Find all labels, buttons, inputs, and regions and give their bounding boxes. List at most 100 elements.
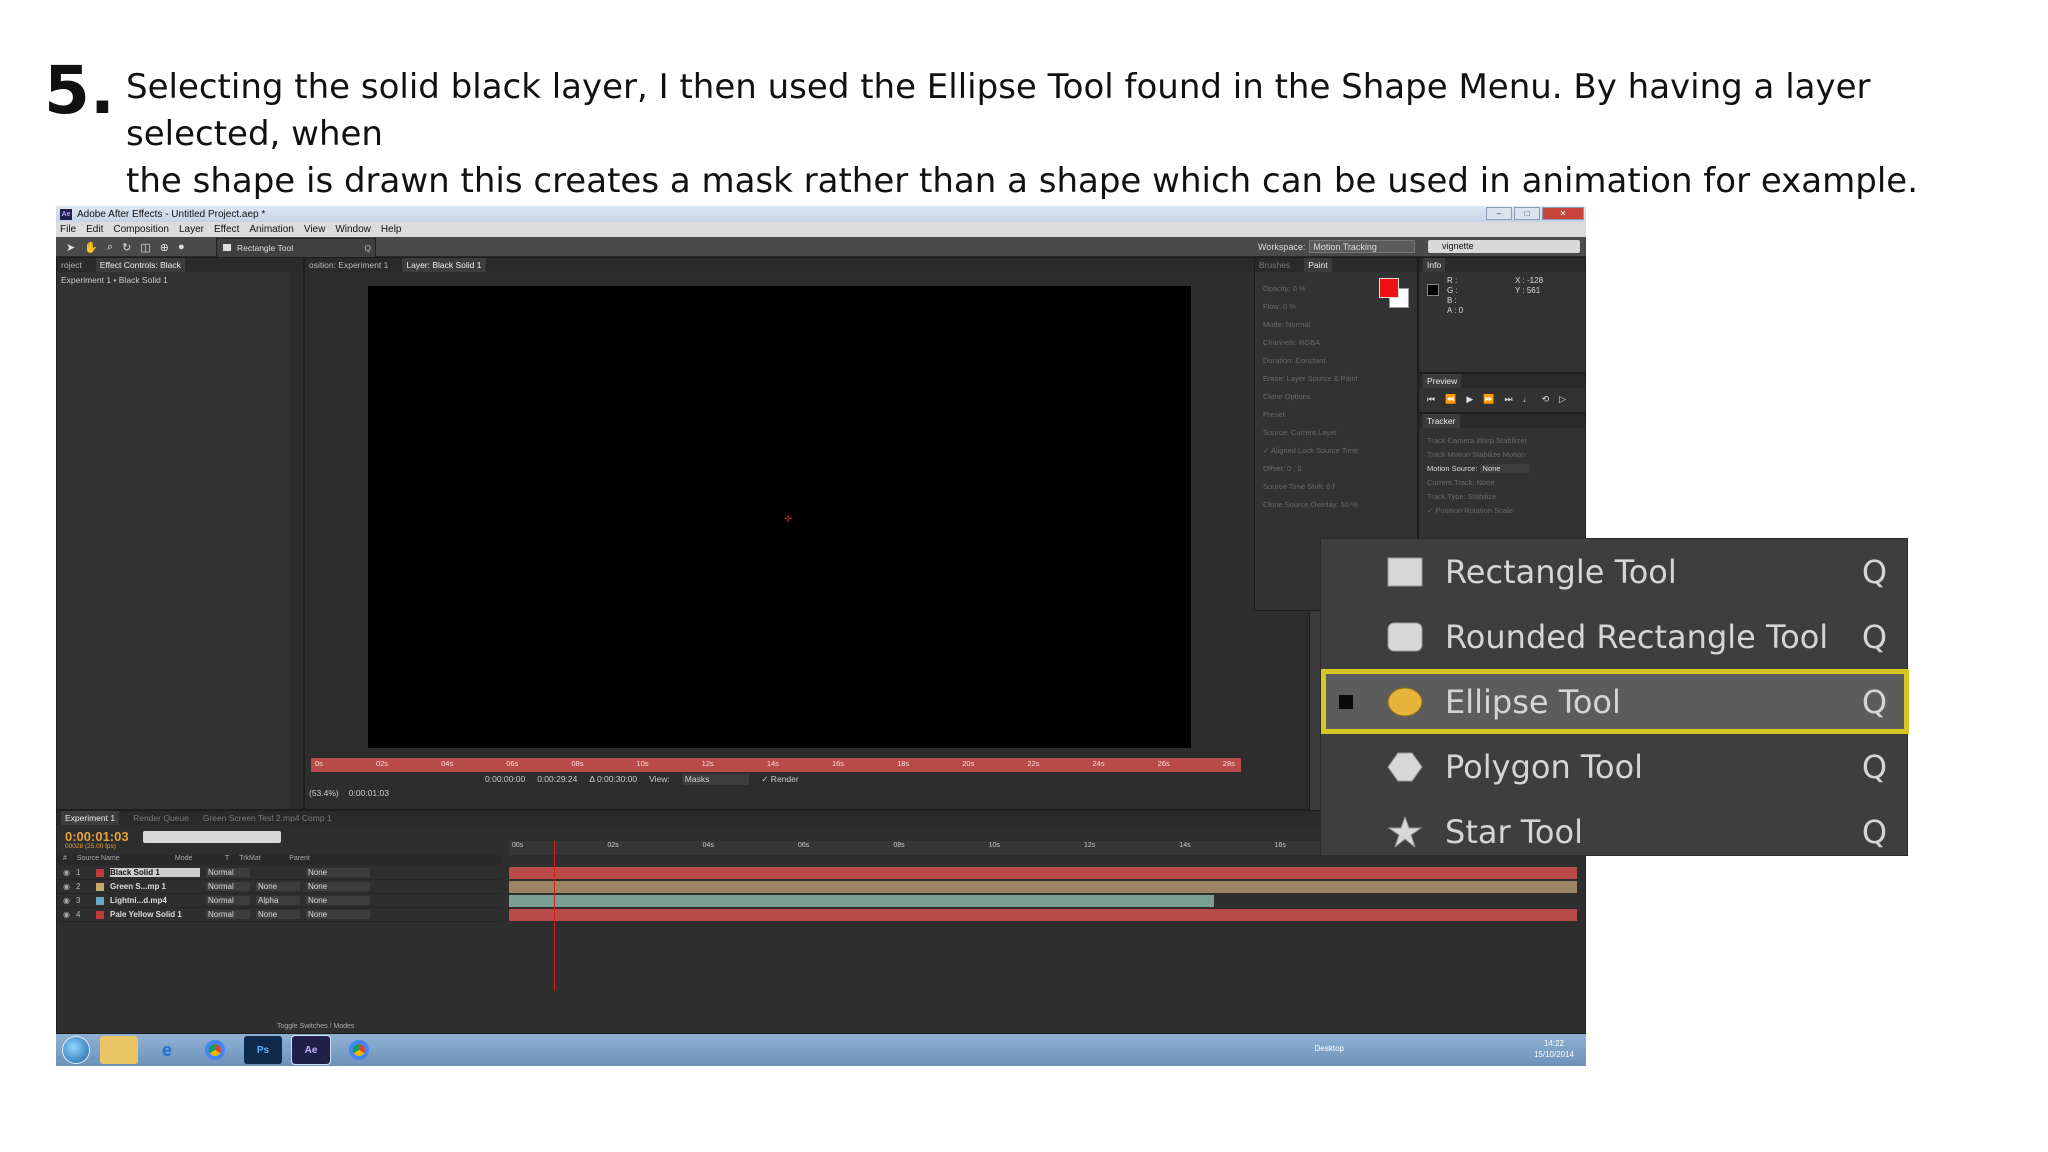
layer-label-color[interactable] — [95, 896, 104, 905]
layer-row[interactable]: ◉ 4 Pale Yellow Solid 1 Normal None None — [57, 908, 501, 922]
tracker-row-motion[interactable]: Track Motion Stabilize Motion — [1427, 448, 1530, 462]
after-effects-icon[interactable]: Ae — [291, 1035, 331, 1065]
shape-tool-icon[interactable]: ● — [178, 241, 185, 254]
play-icon[interactable]: ▶ — [1466, 394, 1473, 405]
motion-source[interactable]: Motion Source: None — [1427, 462, 1531, 476]
zoom-dropdown[interactable]: (53.4%) — [309, 788, 339, 798]
layer-row[interactable]: ◉ 1 Black Solid 1 Normal None — [57, 866, 501, 880]
chrome-icon[interactable] — [196, 1036, 234, 1064]
render-checkbox[interactable]: ✓ Render — [761, 774, 798, 785]
layer-duration-bar[interactable] — [509, 909, 1577, 921]
tab-paint[interactable]: Paint — [1304, 258, 1332, 272]
layer-trackmatte-dropdown[interactable]: None — [255, 882, 300, 891]
layer-label-color[interactable] — [95, 882, 104, 891]
layer-mode-dropdown[interactable]: Normal — [205, 882, 250, 891]
out-point[interactable]: 0:00:29:24 — [537, 774, 577, 785]
rotate-tool-icon[interactable]: ↻ — [122, 241, 131, 254]
tab-layer[interactable]: Layer: Black Solid 1 — [402, 258, 486, 272]
taskbar-clock[interactable]: 14:22 15/10/2014 — [1534, 1038, 1574, 1060]
chrome-icon-2[interactable] — [340, 1036, 378, 1064]
layer-mode-dropdown[interactable]: Normal — [205, 910, 250, 919]
tab-info[interactable]: Info — [1423, 258, 1446, 272]
tab-brushes[interactable]: Brushes — [1259, 258, 1290, 272]
menu-view[interactable]: View — [304, 224, 326, 235]
layer-duration-bar[interactable] — [509, 895, 1214, 907]
maximize-button[interactable]: □ — [1514, 207, 1540, 220]
timeline-current-time[interactable]: 0:00:01:03 — [65, 829, 129, 844]
timeline-search-input[interactable] — [143, 831, 281, 843]
file-explorer-icon[interactable] — [100, 1036, 138, 1064]
tab-preview[interactable]: Preview — [1423, 374, 1462, 388]
menu-edit[interactable]: Edit — [86, 224, 103, 235]
desktop-toolbar-label[interactable]: Desktop — [1315, 1044, 1344, 1053]
selection-tool-icon[interactable]: ➤ — [66, 241, 75, 254]
mini-rectangle-tool[interactable]: Rectangle Tool Q — [217, 239, 375, 257]
menu-layer[interactable]: Layer — [179, 224, 204, 235]
menu-help[interactable]: Help — [381, 224, 402, 235]
loop-icon[interactable]: ⟲ — [1542, 394, 1550, 405]
layer-label-color[interactable] — [95, 868, 104, 877]
previous-frame-icon[interactable]: ⏪ — [1445, 394, 1456, 405]
visibility-eye-icon[interactable]: ◉ — [63, 910, 70, 919]
toggle-switches-modes[interactable]: Toggle Switches / Modes — [277, 1023, 354, 1030]
tab-experiment-1[interactable]: Experiment 1 — [61, 811, 120, 825]
layer-parent-dropdown[interactable]: None — [305, 882, 370, 891]
layer-viewer[interactable]: ✛ — [368, 286, 1191, 748]
minimize-button[interactable]: – — [1486, 207, 1512, 220]
layer-mode-dropdown[interactable]: Normal — [205, 868, 250, 877]
layer-duration-bar[interactable] — [509, 881, 1577, 893]
last-frame-icon[interactable]: ⏭ — [1504, 394, 1512, 405]
ellipse-tool-item[interactable]: Ellipse Tool Q — [1321, 669, 1909, 734]
menu-window[interactable]: Window — [335, 224, 371, 235]
tab-effect-controls[interactable]: Effect Controls: Black — [95, 258, 185, 272]
workspace-dropdown[interactable]: Motion Tracking — [1309, 240, 1416, 253]
star-tool-item[interactable]: Star Tool Q — [1321, 799, 1909, 864]
layer-trackmatte-dropdown[interactable]: Alpha — [255, 896, 300, 905]
layer-parent-dropdown[interactable]: None — [305, 910, 370, 919]
zoom-tool-icon[interactable]: ⌕ — [107, 241, 113, 254]
layer-parent-dropdown[interactable]: None — [305, 896, 370, 905]
menu-effect[interactable]: Effect — [214, 224, 239, 235]
start-button-icon[interactable] — [62, 1036, 90, 1064]
tab-green-screen-comp[interactable]: Green Screen Test 2.mp4 Comp 1 — [203, 811, 332, 825]
menu-composition[interactable]: Composition — [113, 224, 169, 235]
tab-render-queue[interactable]: Render Queue — [133, 811, 189, 825]
photoshop-icon[interactable]: Ps — [244, 1036, 282, 1064]
tab-composition[interactable]: osition: Experiment 1 — [309, 258, 388, 272]
layer-parent-dropdown[interactable]: None — [305, 868, 370, 877]
camera-tool-icon[interactable]: ◫ — [140, 241, 150, 254]
tracker-row-camera[interactable]: Track Camera Warp Stabilizer — [1427, 434, 1530, 448]
layer-name[interactable]: Lightni...d.mp4 — [110, 896, 200, 905]
layer-mode-dropdown[interactable]: Normal — [205, 896, 250, 905]
polygon-tool-item[interactable]: Polygon Tool Q — [1321, 734, 1909, 799]
in-point[interactable]: 0:00:00:00 — [485, 774, 525, 785]
visibility-eye-icon[interactable]: ◉ — [63, 896, 70, 905]
current-time-indicator[interactable] — [554, 841, 555, 991]
internet-explorer-icon[interactable]: e — [148, 1036, 186, 1064]
layer-row[interactable]: ◉ 3 Lightni...d.mp4 Normal Alpha None — [57, 894, 501, 908]
tab-tracker[interactable]: Tracker — [1423, 414, 1460, 428]
layer-name[interactable]: Green S...mp 1 — [110, 882, 200, 891]
rounded-rectangle-tool-item[interactable]: Rounded Rectangle Tool Q — [1321, 604, 1909, 669]
layer-label-color[interactable] — [95, 910, 104, 919]
pan-behind-tool-icon[interactable]: ⊕ — [160, 241, 169, 254]
next-frame-icon[interactable]: ⏩ — [1483, 394, 1494, 405]
workspace-selector[interactable]: Workspace: Motion Tracking — [1258, 240, 1416, 253]
visibility-eye-icon[interactable]: ◉ — [63, 868, 70, 877]
visibility-eye-icon[interactable]: ◉ — [63, 882, 70, 891]
layer-row[interactable]: ◉ 2 Green S...mp 1 Normal None None — [57, 880, 501, 894]
audio-icon[interactable]: ♩ — [1523, 394, 1532, 405]
menu-animation[interactable]: Animation — [249, 224, 293, 235]
rectangle-tool-item[interactable]: Rectangle Tool Q — [1321, 539, 1909, 604]
view-dropdown[interactable]: Masks — [681, 774, 750, 785]
current-time-display[interactable]: 0:00:01:03 — [349, 788, 389, 798]
layer-duration-bar[interactable] — [509, 867, 1577, 879]
left-panel-scrollbar[interactable] — [291, 272, 303, 809]
help-search-input[interactable]: vignette — [1428, 240, 1580, 253]
menu-file[interactable]: File — [60, 224, 76, 235]
foreground-color-swatch[interactable] — [1379, 278, 1399, 298]
layer-name[interactable]: Pale Yellow Solid 1 — [110, 910, 200, 919]
first-frame-icon[interactable]: ⏮ — [1427, 394, 1435, 405]
layer-name[interactable]: Black Solid 1 — [109, 868, 200, 877]
layer-trackmatte-dropdown[interactable]: None — [255, 910, 300, 919]
